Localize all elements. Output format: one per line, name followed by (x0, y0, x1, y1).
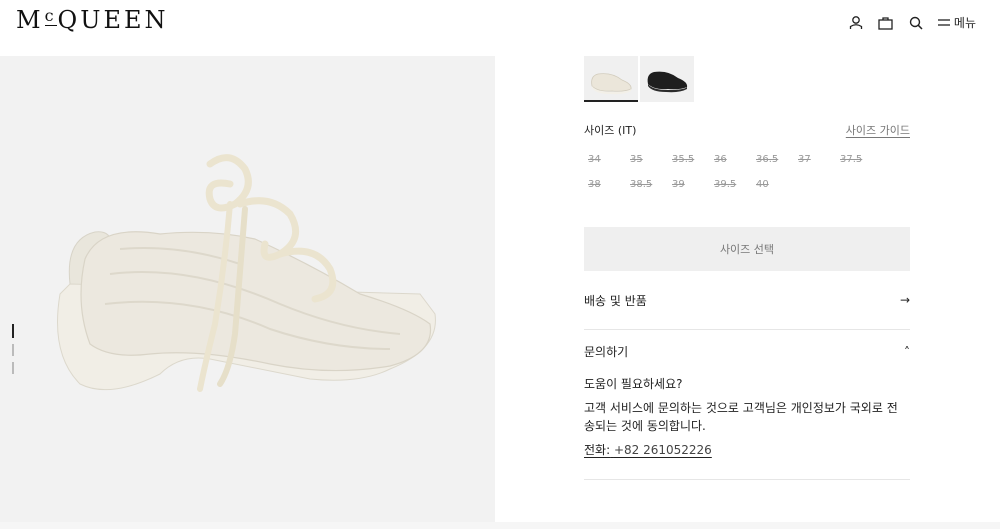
size-option[interactable]: 40 (752, 179, 794, 190)
select-size-button[interactable]: 사이즈 선택 (584, 227, 910, 271)
product-image (57, 154, 436, 392)
header-icons: 메뉴 (848, 14, 976, 31)
swatch-black[interactable] (640, 56, 694, 102)
size-guide-link[interactable]: 사이즈 가이드 (846, 122, 910, 138)
size-option[interactable]: 38 (584, 179, 626, 190)
phone-link[interactable]: 전화: +82 261052226 (584, 441, 712, 459)
size-header: 사이즈 (IT) 사이즈 가이드 (584, 122, 910, 138)
chevron-up-icon: ˄ (904, 344, 910, 359)
page-bottom-strip (0, 522, 1000, 529)
menu-label: 메뉴 (953, 16, 976, 30)
color-swatches (584, 56, 910, 102)
size-label: 사이즈 (IT) (584, 124, 637, 137)
site-header: McQUEEN 메뉴 (0, 0, 1000, 56)
gallery-pager (12, 324, 14, 374)
help-question: 도움이 필요하세요? (584, 377, 683, 391)
menu-icon (937, 18, 950, 26)
size-option[interactable]: 34 (584, 154, 626, 165)
size-option[interactable]: 39 (668, 179, 710, 190)
menu-button[interactable]: 메뉴 (937, 14, 976, 31)
size-options: 34 35 35.5 36 36.5 37 37.5 38 38.5 39 39… (584, 154, 884, 190)
size-option[interactable]: 35 (626, 154, 668, 165)
arrow-right-icon: → (899, 293, 910, 307)
pager-dot[interactable] (12, 362, 14, 374)
pager-dot[interactable] (12, 344, 14, 356)
inquiry-accordion[interactable]: 문의하기 ˄ (584, 330, 910, 373)
size-option[interactable]: 39.5 (710, 179, 752, 190)
product-image-gallery[interactable] (0, 56, 495, 522)
size-option[interactable]: 35.5 (668, 154, 710, 165)
product-details-panel: 사이즈 (IT) 사이즈 가이드 34 35 35.5 36 36.5 37 3… (584, 56, 910, 480)
brand-logo[interactable]: McQUEEN (16, 6, 169, 34)
bag-icon[interactable] (878, 15, 894, 31)
swatch-ivory[interactable] (584, 56, 638, 102)
size-option[interactable]: 37 (794, 154, 836, 165)
inquiry-label: 문의하기 (584, 345, 629, 359)
shipping-returns-accordion[interactable]: 배송 및 반품 → (584, 271, 910, 330)
size-option[interactable]: 38.5 (626, 179, 668, 190)
size-option[interactable]: 36 (710, 154, 752, 165)
user-icon[interactable] (848, 15, 864, 31)
size-option[interactable]: 37.5 (836, 154, 878, 165)
inquiry-content: 도움이 필요하세요? 고객 서비스에 문의하는 것으로 고객님은 개인정보가 국… (584, 375, 910, 459)
size-option[interactable]: 36.5 (752, 154, 794, 165)
pager-dot[interactable] (12, 324, 14, 338)
search-icon[interactable] (908, 15, 924, 31)
divider (584, 479, 910, 480)
shipping-label: 배송 및 반품 (584, 293, 647, 308)
consent-text: 고객 서비스에 문의하는 것으로 고객님은 개인정보가 국외로 전송되는 것에 … (584, 401, 898, 433)
logo-c: c (44, 6, 57, 26)
phone-label: 전화: (584, 443, 611, 457)
phone-number: +82 261052226 (613, 443, 712, 457)
logo-right: QUEEN (57, 6, 169, 34)
logo-left: M (16, 6, 44, 34)
